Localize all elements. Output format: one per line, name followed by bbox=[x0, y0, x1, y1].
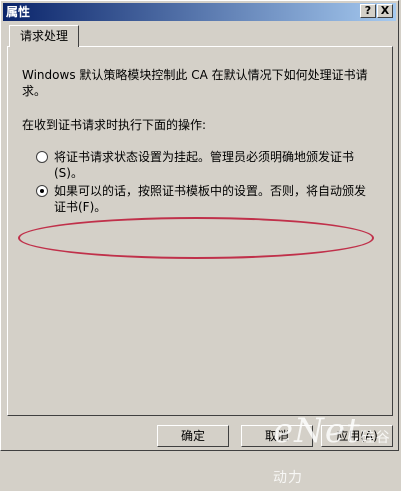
help-button[interactable]: ? bbox=[360, 4, 376, 18]
properties-dialog: 属性 ? X 请求处理 Windows 默认策略模块控制此 CA 在默认情况下如… bbox=[0, 0, 399, 486]
description-text: Windows 默认策略模块控制此 CA 在默认情况下如何处理证书请求。 bbox=[22, 68, 368, 98]
highlight-ellipse bbox=[18, 217, 374, 259]
option-label: 如果可以的话，按照证书模板中的设置。否则，将自动颁发证书(F)。 bbox=[54, 184, 367, 214]
prompt-text: 在收到证书请求时执行下面的操作: bbox=[22, 118, 207, 132]
title-bar: 属性 bbox=[3, 3, 396, 21]
option-pending[interactable]: 将证书请求状态设置为挂起。管理员必须明确地颁发证书(S)。 bbox=[36, 149, 374, 181]
window-title: 属性 bbox=[6, 5, 31, 19]
option-auto-issue[interactable]: 如果可以的话，按照证书模板中的设置。否则，将自动颁发证书(F)。 bbox=[36, 183, 374, 215]
tab-panel: Windows 默认策略模块控制此 CA 在默认情况下如何处理证书请求。 在收到… bbox=[7, 46, 393, 416]
radio-button-selected[interactable] bbox=[36, 185, 48, 197]
ok-button[interactable]: 确定 bbox=[157, 425, 229, 447]
watermark-logo: eNet硅谷动力 bbox=[273, 411, 398, 491]
close-button[interactable]: X bbox=[377, 4, 393, 18]
radio-button[interactable] bbox=[36, 151, 48, 163]
watermark-text: eNet bbox=[273, 411, 361, 451]
option-label: 将证书请求状态设置为挂起。管理员必须明确地颁发证书(S)。 bbox=[54, 150, 355, 180]
tab-request-handling[interactable]: 请求处理 bbox=[9, 25, 80, 47]
